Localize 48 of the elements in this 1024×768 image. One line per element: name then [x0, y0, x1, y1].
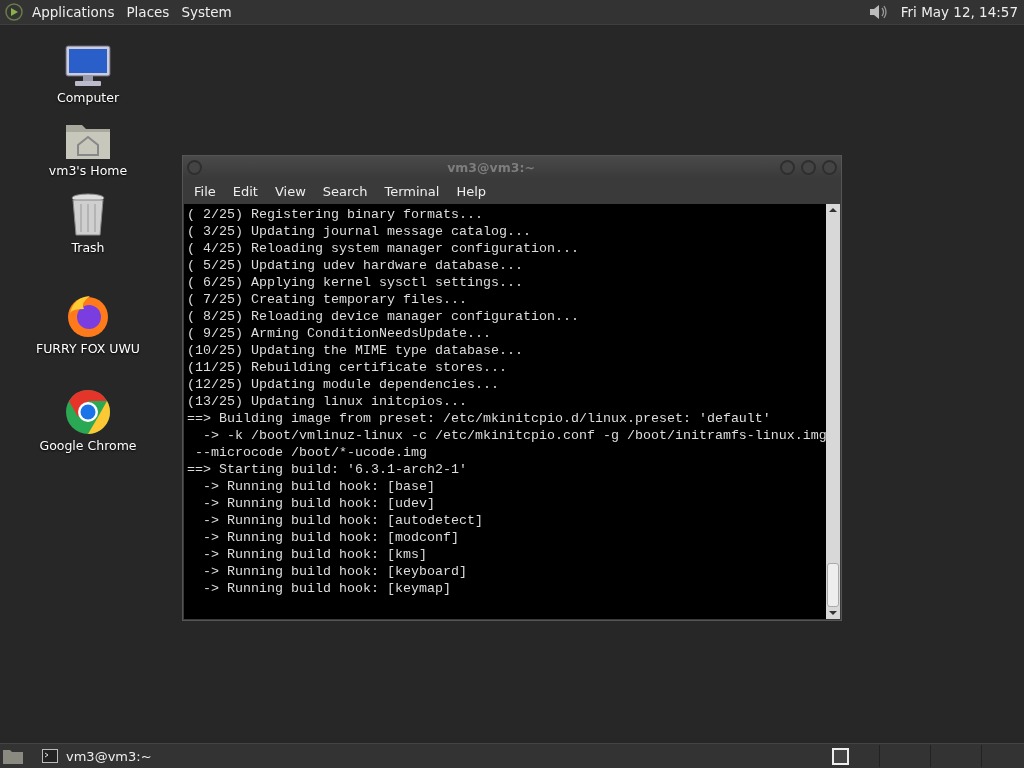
scrollbar[interactable] [826, 204, 840, 619]
terminal-icon [42, 749, 58, 763]
terminal-line: -> Running build hook: [kms] [202, 546, 428, 563]
terminal-line: -> Running build hook: [modconf] [202, 529, 460, 546]
taskbar-button[interactable]: vm3@vm3:~ [34, 746, 160, 766]
terminal-line: -> Running build hook: [keyboard] [202, 563, 468, 580]
terminal-line: (13/25) Updating linux initcpios... [187, 393, 468, 410]
terminal-line: ( 8/25) Reloading device manager configuration... [187, 308, 580, 325]
computer-icon[interactable] [63, 44, 113, 88]
terminal-line: ( 6/25) Applying kernel sysctl settings... [187, 274, 524, 291]
terminal-line: --microcode /boot/*-ucode.img [194, 444, 428, 461]
scroll-thumb[interactable] [827, 563, 839, 607]
terminal-line: ==> Starting build: '6.3.1-arch2-1' [187, 461, 468, 478]
terminal-line: -> Running build hook: [keymap] [202, 580, 452, 597]
browser-chrome-icon[interactable] [64, 388, 112, 436]
terminal-line: (10/25) Updating the MIME type database... [187, 342, 524, 359]
clock[interactable]: Fri May 12, 14:57 [900, 4, 1018, 20]
terminal-line: ==> Building image from preset: /etc/mkinitcpio.d/linux.preset: 'default' [187, 410, 772, 427]
terminal-line: -> Running build hook: [base] [202, 478, 436, 495]
desktop-icon-label[interactable]: FURRY FOX UWU [36, 341, 140, 356]
terminal-line: ( 7/25) Creating temporary files... [187, 291, 468, 308]
menu-item[interactable]: Search [315, 183, 375, 199]
menu-item[interactable]: File [187, 183, 223, 199]
terminal-line: (12/25) Updating module dependencies... [187, 376, 500, 393]
desktop-icon-label[interactable]: vm3's Home [48, 163, 128, 178]
menu-logo-icon[interactable] [4, 2, 24, 22]
menu-item[interactable]: View [267, 183, 313, 199]
panel-menu[interactable]: Applications [32, 4, 115, 20]
terminal-line: ( 2/25) Registering binary formats... [187, 206, 484, 223]
panel-menu[interactable]: System [181, 4, 232, 20]
terminal-line: (11/25) Rebuilding certificate stores... [187, 359, 508, 376]
terminal-line: ( 9/25) Arming ConditionNeedsUpdate... [187, 325, 492, 342]
terminal-line: -> -k /boot/vmlinuz-linux -c /etc/mkinitcpio.conf -g /boot/initramfs-linux.img [202, 427, 826, 444]
desktop-icon-label[interactable]: Trash [71, 240, 105, 255]
panel-menu[interactable]: Places [126, 4, 170, 20]
desktop-icon-label[interactable]: Computer [56, 90, 120, 105]
desktop-icon-label[interactable]: Google Chrome [39, 438, 137, 453]
menu-item[interactable]: Terminal [377, 183, 447, 199]
terminal-line: -> Running build hook: [udev] [202, 495, 436, 512]
menu-item[interactable]: Edit [225, 183, 265, 199]
window-title: vm3@vm3:~ [446, 159, 536, 175]
terminal-line: ( 4/25) Reloading system manager configuration... [187, 240, 580, 257]
terminal-line: ( 5/25) Updating udev hardware database... [187, 257, 524, 274]
terminal-line: -> Running build hook: [autodetect] [202, 512, 484, 529]
terminal-line: ( 3/25) Updating journal message catalog... [187, 223, 532, 240]
workspace-switcher[interactable] [832, 747, 849, 765]
show-desktop-icon[interactable] [2, 747, 24, 765]
menu-item[interactable]: Help [449, 183, 494, 199]
